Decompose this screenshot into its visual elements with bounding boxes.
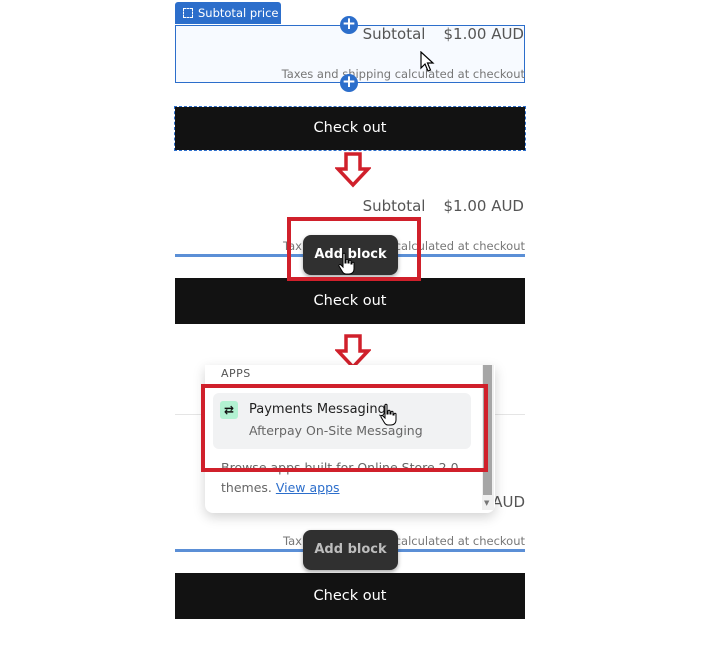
taxes-note-prefix: Tax bbox=[283, 534, 302, 548]
checkout-button[interactable]: Check out bbox=[175, 278, 525, 324]
divider bbox=[495, 414, 525, 415]
add-block-button[interactable]: Add block bbox=[303, 530, 398, 570]
checkout-button[interactable]: Check out bbox=[175, 573, 525, 619]
subtotal-value-fragment: AUD bbox=[492, 493, 525, 511]
hand-cursor-icon bbox=[338, 252, 355, 275]
arrow-down-icon bbox=[335, 152, 371, 188]
pointer-cursor-icon bbox=[420, 51, 435, 72]
plus-circle-icon[interactable]: + bbox=[340, 74, 358, 92]
apps-heading: APPS bbox=[221, 367, 251, 380]
plus-circle-icon[interactable]: + bbox=[340, 16, 358, 34]
subtotal-label: Subtotal bbox=[362, 25, 426, 43]
subtotal-price-block-tag[interactable]: Subtotal price bbox=[175, 2, 281, 24]
scroll-down-icon[interactable]: ▼ bbox=[484, 499, 489, 507]
subtotal-line: Subtotal $1.00 AUD bbox=[363, 197, 524, 215]
subtotal-value: $1.00 AUD bbox=[443, 197, 524, 215]
subtotal-line: Subtotal $1.00 AUD bbox=[363, 25, 524, 43]
subtotal-value: $1.00 AUD bbox=[443, 25, 524, 43]
checkout-button[interactable]: Check out bbox=[174, 106, 526, 151]
taxes-note: Taxes and shipping calculated at checkou… bbox=[281, 67, 525, 81]
subtotal-label: Subtotal bbox=[362, 197, 426, 215]
square-dashed-icon bbox=[183, 8, 193, 18]
taxes-note-suffix: calculated at checkout bbox=[394, 534, 525, 548]
highlight-box bbox=[201, 384, 488, 472]
block-tag-label: Subtotal price bbox=[198, 6, 279, 20]
hand-cursor-icon bbox=[380, 403, 397, 426]
view-apps-link[interactable]: View apps bbox=[276, 480, 340, 495]
